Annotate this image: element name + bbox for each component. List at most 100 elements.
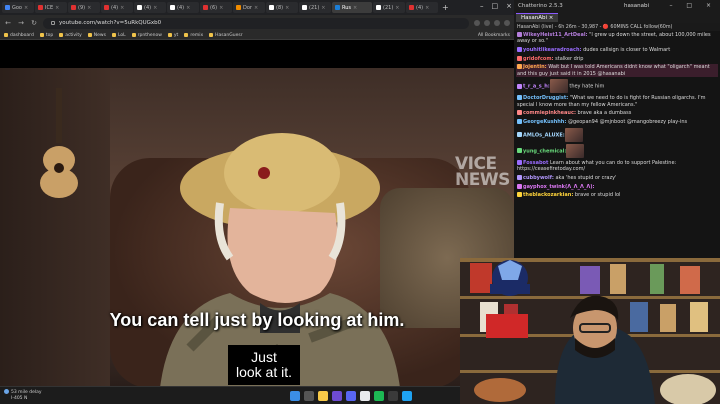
browser-tab[interactable]: ICE × — [35, 2, 67, 13]
bookmark-item[interactable]: dashboard — [4, 33, 34, 38]
close-tab-icon[interactable]: × — [353, 5, 357, 11]
favicon-icon — [104, 5, 109, 10]
account-name[interactable]: hasanabi — [624, 3, 649, 9]
tab-label: (21) — [309, 4, 320, 11]
browser-tab[interactable]: Dor × — [233, 2, 265, 13]
badge-icon — [517, 132, 522, 138]
extension-icon[interactable] — [494, 20, 500, 26]
maximize-icon[interactable]: □ — [492, 2, 499, 10]
chat-username[interactable]: DoctorDruggist: — [523, 95, 568, 101]
browser-tab[interactable]: (8) × — [266, 2, 298, 13]
chat-username[interactable]: gayphox_twink(Λ_Λ_Λ_Λ): — [523, 184, 595, 190]
bookmark-item[interactable]: activity — [59, 33, 82, 38]
chat-username[interactable]: Jojentin: — [523, 64, 547, 70]
bookmark-item[interactable]: yt — [167, 33, 178, 38]
chat-username[interactable]: WikeyHeist11_ArtDeal: — [523, 32, 588, 38]
discord-icon[interactable] — [346, 391, 356, 401]
close-tab-icon[interactable]: × — [425, 5, 429, 11]
bookmark-item[interactable]: top — [39, 33, 53, 38]
close-tab-icon[interactable]: × — [55, 5, 59, 11]
tab-label: Dor — [243, 4, 252, 11]
minimize-icon[interactable]: – — [480, 2, 484, 10]
browser-tab[interactable]: (4) × — [406, 2, 438, 13]
bookmark-item[interactable]: rpnthenow — [131, 33, 162, 38]
bookmark-label: News — [93, 32, 106, 38]
close-tab-icon[interactable]: × — [87, 5, 91, 11]
chat-username[interactable]: youhitlikearadroach: — [523, 47, 582, 53]
browser-tab[interactable]: Goo × — [2, 2, 34, 13]
bookmark-item[interactable]: HasanGuesr — [209, 33, 243, 38]
chat-message: Fossabot Learn about what you can do to … — [516, 159, 718, 173]
bookmark-icon — [39, 33, 44, 37]
extension-icon[interactable] — [484, 20, 490, 26]
vice-news-watermark: VICE NEWS — [455, 156, 510, 189]
app-icon[interactable] — [388, 391, 398, 401]
back-icon[interactable]: ← — [4, 19, 12, 27]
browser-tab[interactable]: (9) × — [68, 2, 100, 13]
chat-message: WikeyHeist11_ArtDeal: "I grew up down th… — [516, 32, 718, 45]
app-icon[interactable] — [402, 391, 412, 401]
traffic-line-1: 53 mile delay — [11, 390, 42, 395]
badge-icon — [517, 83, 522, 89]
close-tab-icon[interactable]: × — [285, 5, 289, 11]
chat-username[interactable]: Fossabot — [523, 160, 548, 166]
bookmark-icon — [184, 33, 189, 37]
close-tab-icon[interactable]: × — [24, 5, 28, 11]
close-tab-icon[interactable]: × — [120, 5, 124, 11]
favicon-icon — [203, 5, 208, 10]
browser-tab[interactable]: Rus × — [332, 2, 372, 13]
close-tab-icon[interactable]: × — [219, 5, 223, 11]
extension-icon[interactable] — [474, 20, 480, 26]
chat-username[interactable]: GeorgeKushhh: — [523, 119, 566, 125]
chat-username[interactable]: commiepinkheauc: — [523, 110, 576, 116]
chat-username[interactable]: gridofcom: — [523, 56, 554, 62]
chat-text: @geopan94 @mjnboot @mangobreezy play-ins — [566, 118, 688, 125]
browser-tab[interactable]: (6) × — [200, 2, 232, 13]
profile-icon[interactable] — [504, 20, 510, 26]
traffic-widget[interactable]: 53 mile delay I-405 N — [4, 389, 42, 402]
chat-message: cubbywolf: aka 'hes stupid or crazy' — [516, 174, 718, 181]
close-tab-icon[interactable]: × — [153, 5, 157, 11]
chrome-icon[interactable] — [360, 391, 370, 401]
url-input[interactable]: youtube.com/watch?v=5uRkQUGxb0 — [43, 17, 469, 29]
chat-username[interactable]: yung_chemical: — [523, 148, 566, 154]
chat-username[interactable]: theblackozarkian: — [523, 192, 573, 198]
chat-text: brave or stupid lol — [573, 192, 621, 199]
bookmark-item[interactable]: News — [87, 32, 106, 38]
new-tab-button[interactable]: + — [442, 3, 449, 12]
tab-label: Rus — [342, 4, 352, 11]
spotify-icon[interactable] — [374, 391, 384, 401]
tab-hasanabi[interactable]: HasanAbi × — [516, 13, 559, 22]
forward-icon[interactable]: → — [17, 19, 25, 27]
chat-text: Wait but I was told Americans didnt know… — [517, 64, 710, 77]
window-controls[interactable]: – □ × — [669, 2, 717, 9]
browser-tab[interactable]: (21) × — [299, 2, 331, 13]
browser-tab[interactable]: (4) × — [101, 2, 133, 13]
reload-icon[interactable]: ↻ — [30, 19, 38, 27]
badge-icon — [517, 55, 522, 61]
chat-text: brave aka a dumbass — [575, 110, 632, 117]
close-tab-icon[interactable]: × — [254, 5, 258, 11]
close-icon[interactable]: × — [506, 2, 512, 10]
app-icon[interactable] — [332, 391, 342, 401]
close-tab-icon[interactable]: × — [321, 5, 325, 11]
start-icon[interactable] — [290, 391, 300, 401]
close-tab-icon[interactable]: × — [395, 5, 399, 11]
browser-tab[interactable]: (4) × — [167, 2, 199, 13]
bookmark-item[interactable]: remix — [184, 33, 203, 38]
bookmark-item[interactable]: LoL — [111, 33, 126, 38]
close-tab-icon[interactable]: × — [186, 5, 190, 11]
bookmark-icon — [131, 33, 136, 37]
extension-icons[interactable] — [474, 20, 510, 26]
all-bookmarks-button[interactable]: All Bookmarks — [478, 33, 510, 38]
file-explorer-icon[interactable] — [318, 391, 328, 401]
browser-tab[interactable]: (4) × — [134, 2, 166, 13]
chat-username[interactable]: AMLOs_ALUXE: — [523, 132, 565, 138]
window-controls[interactable]: – □ × — [480, 2, 512, 10]
search-icon[interactable] — [304, 391, 314, 401]
chat-username[interactable]: cubbywolf: — [523, 175, 554, 181]
browser-tab[interactable]: (21) × — [373, 2, 405, 13]
favicon-icon — [236, 5, 241, 10]
video-player[interactable]: VICE NEWS You can tell just by looking a… — [0, 40, 514, 386]
chat-username[interactable]: t_r_a_s_h: — [523, 84, 550, 90]
